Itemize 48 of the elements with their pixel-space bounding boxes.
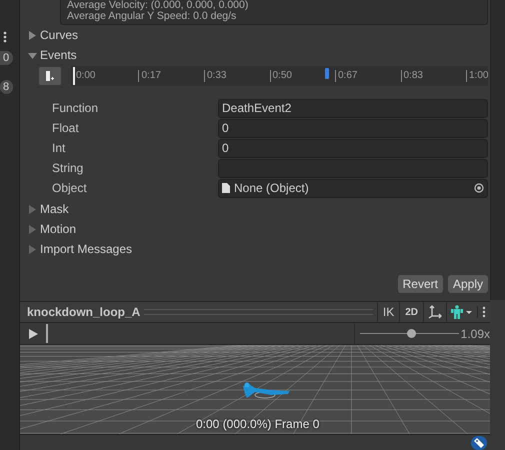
expand-arrow-icon bbox=[28, 224, 37, 234]
field-label: Int bbox=[52, 141, 66, 155]
section-foldout[interactable]: Import Messages bbox=[28, 239, 490, 259]
toolbar-toggle[interactable]: 2D bbox=[399, 302, 423, 322]
speed-reading: 1.09x bbox=[460, 326, 490, 340]
scrubber-marker[interactable] bbox=[46, 324, 48, 343]
action-button[interactable]: Revert bbox=[398, 275, 443, 293]
add-event-icon bbox=[45, 70, 55, 82]
input-field[interactable]: 0 bbox=[218, 138, 488, 158]
section-foldout[interactable]: Curves bbox=[28, 25, 490, 45]
field-label: Function bbox=[52, 101, 100, 115]
play-icon bbox=[28, 328, 38, 338]
preview-title: knockdown_loop_A bbox=[27, 305, 140, 319]
input-field[interactable]: DeathEvent2 bbox=[218, 98, 488, 118]
section-foldout[interactable]: Mask bbox=[28, 199, 490, 219]
section-foldout[interactable]: Motion bbox=[28, 219, 490, 239]
info-text: Average Angular Y Speed: 0.0 deg/s bbox=[67, 11, 236, 22]
time-label: 0:17 bbox=[138, 70, 161, 82]
count-badge: 8 bbox=[0, 80, 14, 94]
time-label: 1:00 bbox=[466, 70, 488, 82]
drag-handle[interactable] bbox=[144, 309, 373, 315]
expand-arrow-icon bbox=[28, 204, 37, 214]
expand-arrow-icon bbox=[28, 50, 37, 60]
tag-icon[interactable] bbox=[471, 436, 487, 450]
event-marker[interactable] bbox=[324, 68, 329, 79]
count-badge: 0 bbox=[0, 51, 14, 65]
expand-arrow-icon bbox=[28, 30, 37, 40]
field-label: String bbox=[52, 161, 84, 175]
section-foldout[interactable]: Events bbox=[28, 45, 490, 65]
event-timeline[interactable]: 0:00 0:17 0:33 0:50 0:67 0:83 1:00 bbox=[71, 66, 488, 86]
time-label: 0:83 bbox=[400, 70, 423, 82]
frame-caption: 0:00 (000.0%) Frame 0 bbox=[196, 417, 320, 431]
slider-thumb[interactable] bbox=[407, 329, 416, 338]
input-field[interactable]: 0 bbox=[218, 118, 488, 138]
document-icon bbox=[222, 183, 230, 193]
toolbar-toggle[interactable]: IK bbox=[376, 302, 400, 322]
add-event-button[interactable] bbox=[39, 67, 61, 85]
time-label: 0:50 bbox=[270, 70, 292, 82]
action-button[interactable]: Apply bbox=[448, 275, 488, 293]
expand-arrow-icon bbox=[28, 244, 37, 254]
field-label: Float bbox=[52, 121, 80, 135]
menu-icon[interactable] bbox=[3, 31, 7, 43]
object-field[interactable]: None (Object) bbox=[218, 178, 488, 198]
object-picker-icon[interactable] bbox=[474, 183, 484, 193]
info-text: Average Velocity: (0.000, 0.000, 0.000) bbox=[67, 0, 250, 11]
field-label: Object bbox=[52, 181, 88, 195]
time-label: 0:33 bbox=[204, 70, 226, 82]
time-label: 0:67 bbox=[334, 70, 358, 82]
